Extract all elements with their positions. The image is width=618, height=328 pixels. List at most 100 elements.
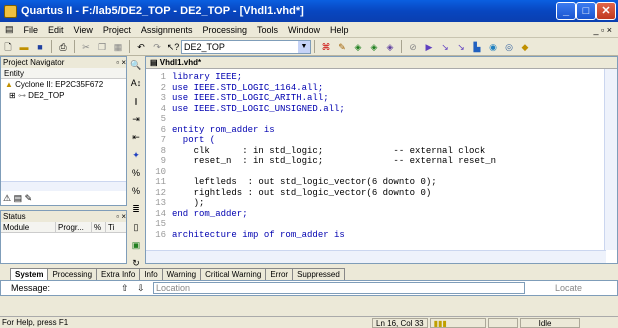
insert-template-icon[interactable]: ⫾ bbox=[129, 94, 143, 108]
expand-icon[interactable]: ⊞ bbox=[9, 91, 16, 100]
message-tab-extra-info[interactable]: Extra Info bbox=[96, 268, 141, 280]
code-line[interactable]: 6 entity rom_adder is bbox=[146, 125, 617, 136]
code-line[interactable]: 7 port ( bbox=[146, 135, 617, 146]
status-column-progress[interactable]: Progr... bbox=[56, 222, 92, 232]
programmer-icon[interactable]: ◉ bbox=[486, 40, 500, 54]
new-file-icon[interactable]: 🗋 bbox=[1, 40, 15, 54]
code-area[interactable]: 1 library IEEE; 2 use IEEE.STD_LOGIC_1164.a… bbox=[146, 69, 617, 240]
message-tab-critical-warning[interactable]: Critical Warning bbox=[200, 268, 267, 280]
cut-icon[interactable]: ✂ bbox=[79, 40, 93, 54]
menu-project[interactable]: Project bbox=[98, 25, 136, 35]
message-tab-info[interactable]: Info bbox=[139, 268, 163, 280]
menu-processing[interactable]: Processing bbox=[197, 25, 252, 35]
context-help-icon[interactable]: ↖? bbox=[166, 40, 180, 54]
editor-tab[interactable]: ▤ Vhdl1.vhd* bbox=[146, 57, 617, 69]
status-column-percent[interactable]: % bbox=[92, 222, 106, 232]
message-up-button[interactable]: ⇧ bbox=[121, 283, 137, 294]
simulator-icon[interactable]: ◎ bbox=[502, 40, 516, 54]
settings-icon[interactable]: ◈ bbox=[351, 40, 365, 54]
entity-tree-item[interactable]: ⊞ ⊶ DE2_TOP bbox=[5, 90, 126, 101]
find-replace-icon[interactable]: A↕ bbox=[129, 76, 143, 90]
locate-button[interactable]: Locate bbox=[555, 283, 582, 293]
panel-close-icon[interactable]: ▫ × bbox=[116, 57, 126, 68]
text-editor[interactable]: ▤ Vhdl1.vhd* 1 library IEEE; 2 use IEEE.STD… bbox=[145, 56, 618, 264]
comment-icon[interactable]: % bbox=[129, 166, 143, 180]
uncomment-icon[interactable]: % bbox=[129, 184, 143, 198]
device-tree-item[interactable]: ▲ Cyclone II: EP2C35F672 bbox=[5, 79, 126, 90]
code-line[interactable]: 11 leftleds : out std_logic_vector(6 dow… bbox=[146, 177, 617, 188]
navigator-tab-icons[interactable]: ⚠ ▤ ✎ bbox=[3, 193, 32, 204]
menu-edit[interactable]: Edit bbox=[43, 25, 69, 35]
code-line[interactable]: 3 use IEEE.STD_LOGIC_ARITH.all; bbox=[146, 93, 617, 104]
panel-close-icon[interactable]: ▫ × bbox=[116, 211, 126, 222]
save-icon[interactable]: ■ bbox=[33, 40, 47, 54]
indent-icon[interactable]: ⇥ bbox=[129, 112, 143, 126]
code-text: leftleds : out std_logic_vector(6 downto… bbox=[172, 177, 437, 187]
code-line[interactable]: 14 end rom_adder; bbox=[146, 209, 617, 220]
message-tab-processing[interactable]: Processing bbox=[47, 268, 98, 280]
code-line[interactable]: 1 library IEEE; bbox=[146, 72, 617, 83]
message-tab-error[interactable]: Error bbox=[265, 268, 294, 280]
status-column-time[interactable]: Ti bbox=[106, 222, 114, 232]
analysis-synthesis-icon[interactable]: ↘ bbox=[438, 40, 452, 54]
status-panel: Status ▫ × Module Progr... % Ti bbox=[0, 210, 127, 264]
line-number: 11 bbox=[155, 177, 166, 187]
code-line[interactable]: 15 bbox=[146, 219, 617, 230]
design-partitions-icon[interactable]: ◈ bbox=[383, 40, 397, 54]
location-input[interactable]: Location bbox=[153, 282, 525, 294]
code-line[interactable]: 8 clk : in std_logic; -- external clock bbox=[146, 146, 617, 157]
file-icon[interactable]: ▯ bbox=[129, 220, 143, 234]
chevron-down-icon[interactable]: ▼ bbox=[298, 40, 310, 53]
navigator-hscroll[interactable] bbox=[1, 181, 126, 191]
code-line[interactable]: 5 bbox=[146, 114, 617, 125]
pin-planner-icon[interactable]: ✎ bbox=[335, 40, 349, 54]
editor-vertical-toolbar: 🔍 A↕ ⫾ ⇥ ⇤ ✦ % % ≣ ▯ ▣ ↻ ab ab bbox=[127, 56, 145, 304]
code-line[interactable]: 13 ); bbox=[146, 198, 617, 209]
start-compilation-icon[interactable]: ▶ bbox=[422, 40, 436, 54]
message-tab-suppressed[interactable]: Suppressed bbox=[292, 268, 345, 280]
maximize-button[interactable]: □ bbox=[576, 2, 596, 20]
minimize-button[interactable]: _ bbox=[556, 2, 576, 20]
message-tab-system[interactable]: System bbox=[10, 268, 49, 280]
menu-window[interactable]: Window bbox=[283, 25, 325, 35]
code-line[interactable]: 16 architecture imp of rom_adder is bbox=[146, 230, 617, 241]
find-icon[interactable]: 🔍 bbox=[129, 58, 143, 72]
bookmark-icon[interactable]: ✦ bbox=[129, 148, 143, 162]
assignment-editor-icon[interactable]: ⌘ bbox=[319, 40, 333, 54]
close-button[interactable]: ✕ bbox=[596, 2, 616, 20]
undo-icon[interactable]: ↶ bbox=[134, 40, 148, 54]
open-folder-icon[interactable]: ▬ bbox=[17, 40, 31, 54]
redo-icon[interactable]: ↷ bbox=[150, 40, 164, 54]
chip-planner-icon[interactable]: ◈ bbox=[367, 40, 381, 54]
copy-icon[interactable]: ❐ bbox=[95, 40, 109, 54]
message-down-button[interactable]: ⇩ bbox=[137, 283, 153, 294]
code-line[interactable]: 12 rightleds : out std_logic_vector(6 do… bbox=[146, 188, 617, 199]
mdi-controls[interactable]: _ ▫ × bbox=[594, 25, 618, 35]
line-numbers-icon[interactable]: ≣ bbox=[129, 202, 143, 216]
status-column-module[interactable]: Module bbox=[1, 222, 56, 232]
template-icon[interactable]: ▣ bbox=[129, 238, 143, 252]
menu-help[interactable]: Help bbox=[325, 25, 354, 35]
paste-icon[interactable]: ▦ bbox=[111, 40, 125, 54]
document-menu-icon[interactable]: ▤ bbox=[0, 24, 19, 35]
unindent-icon[interactable]: ⇤ bbox=[129, 130, 143, 144]
editor-horizontal-scrollbar[interactable] bbox=[146, 250, 606, 263]
code-line[interactable]: 10 bbox=[146, 167, 617, 178]
status-panel-header: Status ▫ × bbox=[1, 211, 126, 222]
compilation-report-icon[interactable]: ▙ bbox=[470, 40, 484, 54]
print-icon[interactable]: ⎙ bbox=[56, 40, 70, 54]
code-line[interactable]: 2 use IEEE.STD_LOGIC_1164.all; bbox=[146, 83, 617, 94]
menu-file[interactable]: File bbox=[19, 25, 44, 35]
timing-analysis-icon[interactable]: ↘ bbox=[454, 40, 468, 54]
menu-tools[interactable]: Tools bbox=[252, 25, 283, 35]
project-selector[interactable]: DE2_TOP ▼ bbox=[181, 39, 311, 54]
editor-vertical-scrollbar[interactable] bbox=[604, 69, 617, 250]
menu-view[interactable]: View bbox=[69, 25, 98, 35]
menu-assignments[interactable]: Assignments bbox=[136, 25, 198, 35]
message-tab-warning[interactable]: Warning bbox=[161, 268, 202, 280]
stop-processing-icon[interactable]: ⊘ bbox=[406, 40, 420, 54]
code-line[interactable]: 9 reset_n : in std_logic; -- external re… bbox=[146, 156, 617, 167]
code-line[interactable]: 4 use IEEE.STD_LOGIC_UNSIGNED.all; bbox=[146, 104, 617, 115]
line-number: 9 bbox=[160, 156, 166, 166]
rtl-viewer-icon[interactable]: ◆ bbox=[518, 40, 532, 54]
